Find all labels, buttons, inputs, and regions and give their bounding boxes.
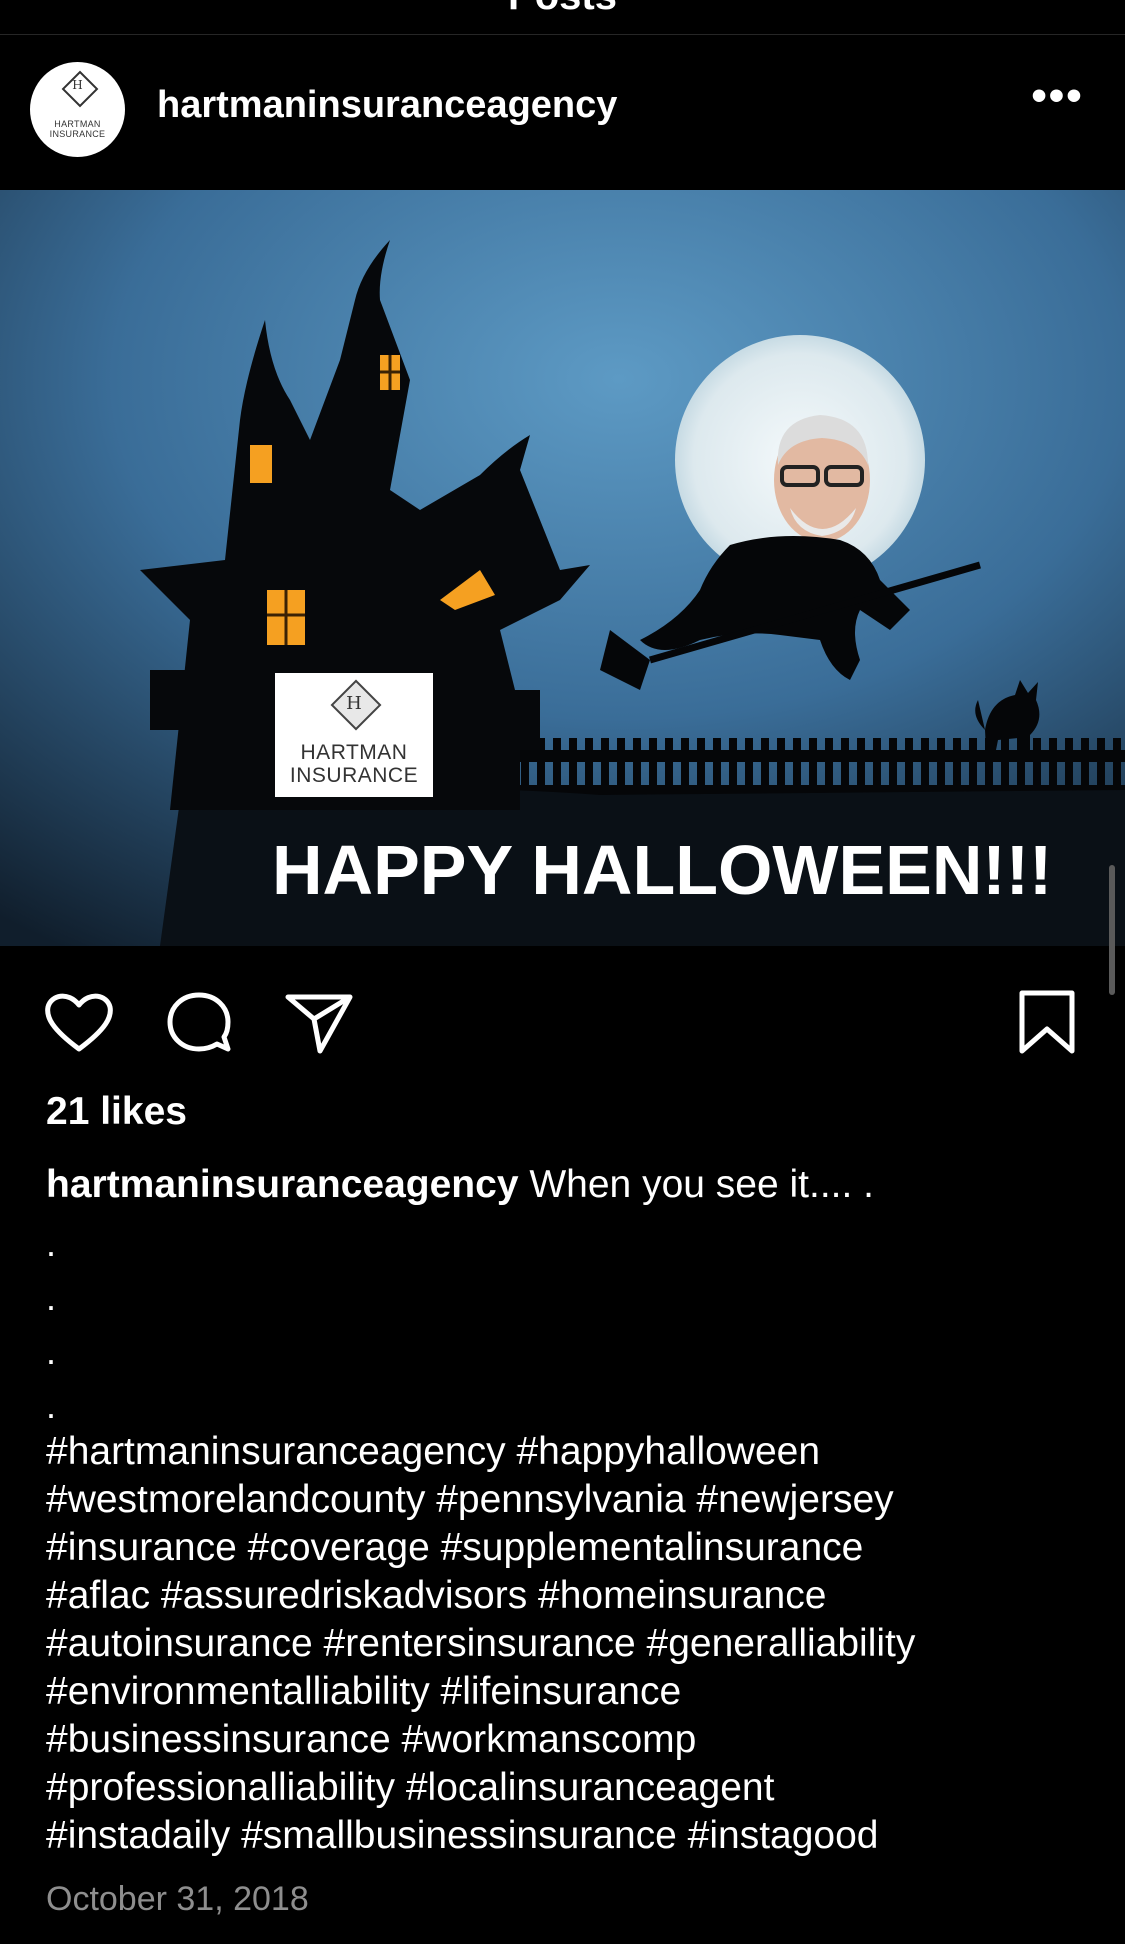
post-username[interactable]: hartmaninsuranceagency [157, 84, 617, 127]
fence-picket [793, 738, 801, 798]
avatar-letter: H [72, 78, 83, 92]
share-icon[interactable] [282, 989, 356, 1055]
fence-picket [665, 738, 673, 798]
logo-letter: H [346, 693, 362, 714]
fence-picket [1113, 738, 1121, 798]
headline-text: HAPPY HALLOWEEN!!! [272, 831, 1053, 909]
fence-picket [1081, 738, 1089, 798]
logo-line-1: HARTMAN [300, 741, 408, 764]
caption-dots: . . . . [46, 1217, 56, 1433]
page-title: Posts [0, 0, 1125, 19]
caption: hartmaninsuranceagency When you see it..… [46, 1157, 1096, 1213]
heart-icon[interactable] [42, 989, 116, 1055]
top-bar: Posts [0, 0, 1125, 35]
fence-picket [1001, 738, 1009, 798]
post-image[interactable]: H HARTMAN INSURANCE HAPPY HALLOWEEN!!! [0, 190, 1125, 946]
hashtag-line[interactable]: #autoinsurance #rentersinsurance #genera… [46, 1620, 1106, 1668]
fence-picket [649, 738, 657, 798]
caption-dot: . [46, 1331, 57, 1372]
hartman-logo: H HARTMAN INSURANCE [275, 673, 433, 797]
fence-picket [985, 738, 993, 798]
hashtags: #hartmaninsuranceagency #happyhalloween … [46, 1428, 1106, 1860]
fence-picket [1033, 738, 1041, 798]
face-avatar [774, 415, 870, 542]
likes-count[interactable]: 21 likes [46, 1090, 187, 1134]
caption-dot: . [46, 1385, 57, 1426]
fence-picket [857, 738, 865, 798]
fence-picket [841, 738, 849, 798]
fence-picket [761, 738, 769, 798]
fence-picket [681, 738, 689, 798]
avatar-brand: HARTMAN INSURANCE [49, 119, 106, 139]
fence-picket [937, 738, 945, 798]
more-horizontal-icon[interactable]: ••• [1020, 74, 1095, 126]
action-bar [0, 975, 1125, 1060]
fence-picket [713, 738, 721, 798]
hashtag-line[interactable]: #professionalliability #localinsuranceag… [46, 1764, 1106, 1812]
hashtag-line[interactable]: #aflac #assuredriskadvisors #homeinsuran… [46, 1572, 1106, 1620]
fence-picket [969, 738, 977, 798]
fence-picket [889, 738, 897, 798]
fence-picket [1017, 738, 1025, 798]
caption-username[interactable]: hartmaninsuranceagency [46, 1163, 519, 1206]
logo-text: HARTMAN INSURANCE [275, 741, 433, 787]
fence-picket [617, 738, 625, 798]
hashtag-line[interactable]: #insurance #coverage #supplementalinsura… [46, 1524, 1106, 1572]
avatar[interactable]: H HARTMAN INSURANCE [30, 62, 125, 157]
fence-picket [905, 738, 913, 798]
hashtag-line[interactable]: #instadaily #smallbusinessinsurance #ins… [46, 1812, 1106, 1860]
logo-line-2: INSURANCE [289, 764, 419, 787]
fence-picket [745, 738, 753, 798]
bookmark-icon[interactable] [1010, 989, 1084, 1055]
fence-picket [729, 738, 737, 798]
caption-dot: . [46, 1223, 57, 1264]
comment-icon[interactable] [162, 989, 236, 1055]
fence-picket [601, 738, 609, 798]
hashtag-line[interactable]: #westmorelandcounty #pennsylvania #newje… [46, 1476, 1106, 1524]
fence-picket [921, 738, 929, 798]
fence-picket [809, 738, 817, 798]
fence-picket [825, 738, 833, 798]
fence-picket [873, 738, 881, 798]
fence-picket [585, 738, 593, 798]
post-date: October 31, 2018 [46, 1880, 309, 1918]
fence-picket [1065, 738, 1073, 798]
fence-picket [1097, 738, 1105, 798]
fence-picket [777, 738, 785, 798]
hashtag-line[interactable]: #businessinsurance #workmanscomp [46, 1716, 1106, 1764]
caption-dot: . [46, 1277, 57, 1318]
fence-picket [697, 738, 705, 798]
fence-picket [553, 738, 561, 798]
fence-picket [569, 738, 577, 798]
hashtag-line[interactable]: #hartmaninsuranceagency #happyhalloween [46, 1428, 1106, 1476]
fence-picket [633, 738, 641, 798]
caption-text: When you see it.... . [518, 1163, 875, 1206]
fence-picket [953, 738, 961, 798]
hashtag-line[interactable]: #environmentalliability #lifeinsurance [46, 1668, 1106, 1716]
post-header: H HARTMAN INSURANCE hartmaninsuranceagen… [0, 34, 1125, 189]
fence-picket [1049, 738, 1057, 798]
